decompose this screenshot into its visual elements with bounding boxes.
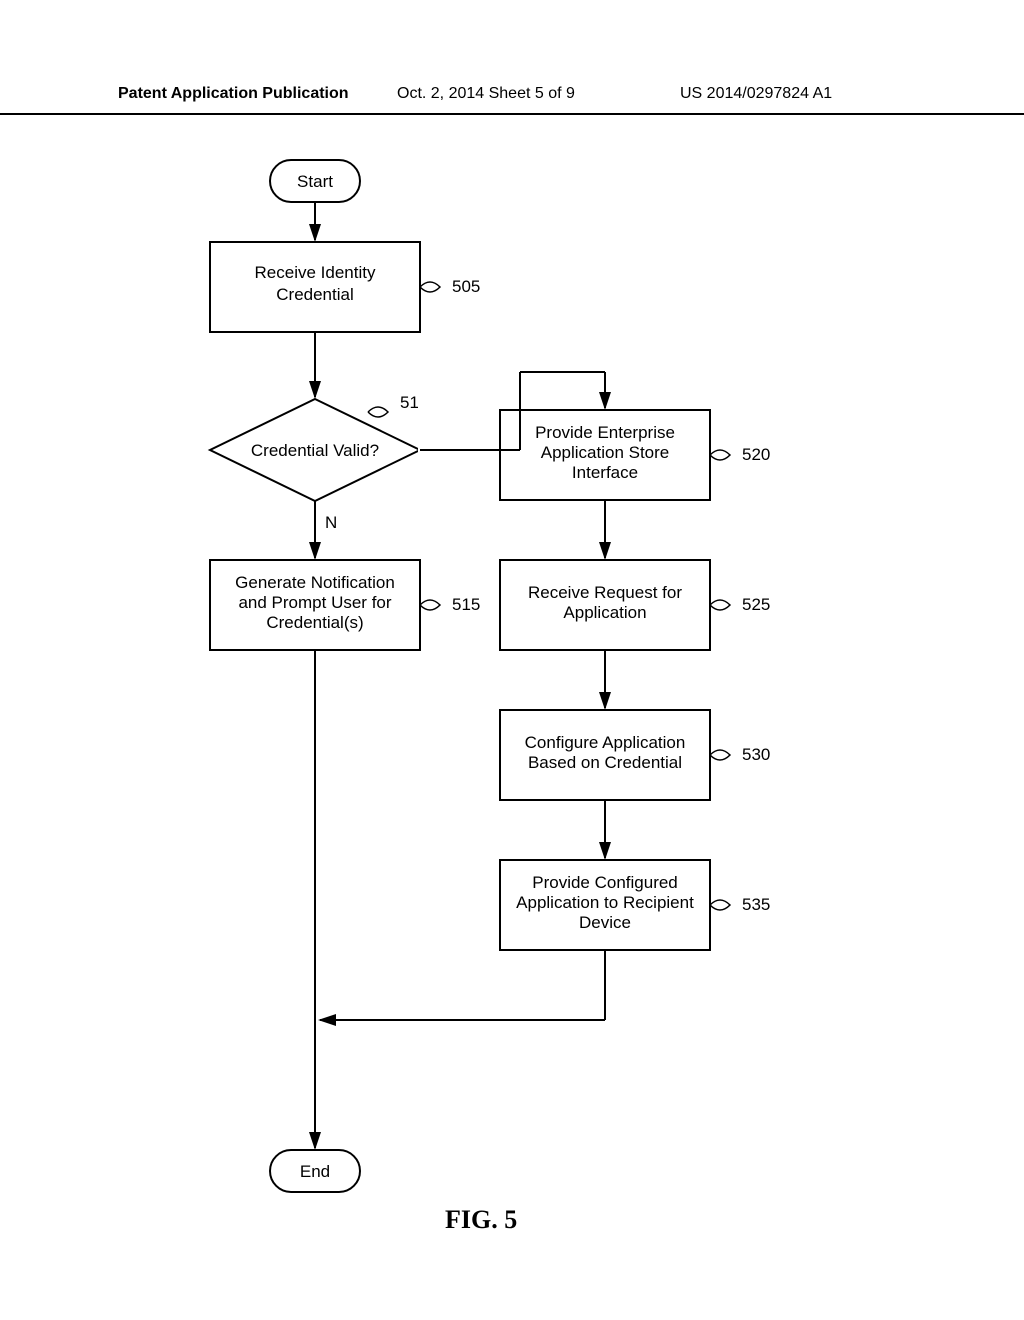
page-header: Patent Application Publication Oct. 2, 2… [0,85,1024,115]
node-530-line2: Based on Credential [528,753,682,772]
leader-525 [710,600,730,610]
branch-n: N [325,513,337,532]
leader-535 [710,900,730,910]
node-515-line3: Credential(s) [266,613,363,632]
header-date-sheet: Oct. 2, 2014 Sheet 5 of 9 [397,85,575,103]
node-520-line1: Provide Enterprise [535,423,675,442]
node-535-line3: Device [579,913,631,932]
node-520-line3: Interface [572,463,638,482]
node-505-line1: Receive Identity [255,263,376,282]
node-515-line1: Generate Notification [235,573,395,592]
header-application-number: US 2014/0297824 A1 [680,85,832,103]
start-label: Start [297,172,333,191]
node-525-line1: Receive Request for [528,583,682,602]
end-label: End [300,1162,330,1181]
leader-510 [368,407,388,417]
ref-525: 525 [742,595,770,614]
flowchart-diagram: Start Receive Identity Credential 505 Cr… [120,150,880,1240]
node-515-line2: and Prompt User for [238,593,391,612]
node-535-line2: Application to Recipient [516,893,694,912]
ref-505: 505 [452,277,480,296]
header-publication: Patent Application Publication [118,85,349,103]
node-535-line1: Provide Configured [532,873,678,892]
leader-520 [710,450,730,460]
figure-caption: FIG. 5 [445,1205,517,1235]
ref-515: 515 [452,595,480,614]
node-525-line2: Application [563,603,646,622]
leader-505 [420,282,440,292]
node-530-line1: Configure Application [525,733,686,752]
leader-515 [420,600,440,610]
ref-520: 520 [742,445,770,464]
node-520-line2: Application Store [541,443,670,462]
ref-535: 535 [742,895,770,914]
node-505-line2: Credential [276,285,354,304]
node-510-label: Credential Valid? [251,441,379,460]
ref-530: 530 [742,745,770,764]
leader-530 [710,750,730,760]
